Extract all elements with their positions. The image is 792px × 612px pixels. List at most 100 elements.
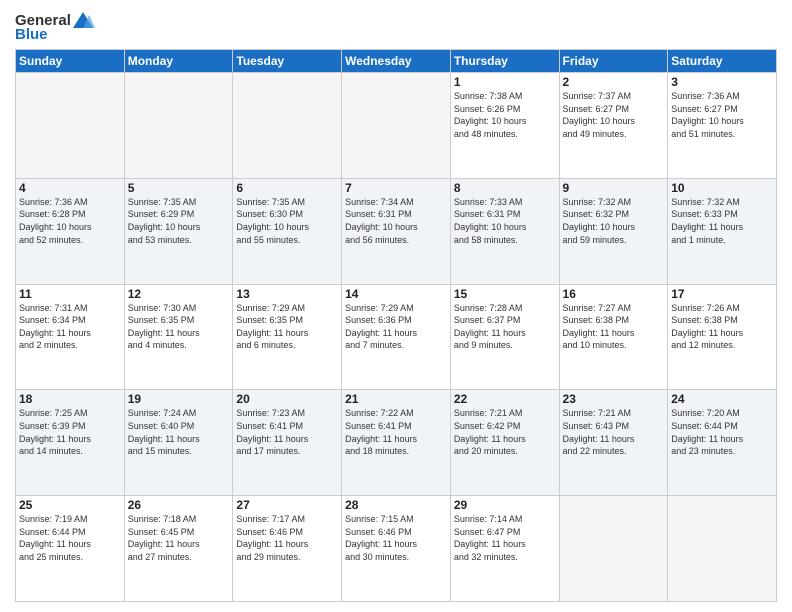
- weekday-header-tuesday: Tuesday: [233, 50, 342, 73]
- calendar-cell: 29Sunrise: 7:14 AM Sunset: 6:47 PM Dayli…: [450, 496, 559, 602]
- week-row-5: 25Sunrise: 7:19 AM Sunset: 6:44 PM Dayli…: [16, 496, 777, 602]
- day-number: 13: [236, 287, 338, 301]
- day-info: Sunrise: 7:32 AM Sunset: 6:33 PM Dayligh…: [671, 196, 773, 246]
- calendar-cell: 13Sunrise: 7:29 AM Sunset: 6:35 PM Dayli…: [233, 284, 342, 390]
- day-info: Sunrise: 7:20 AM Sunset: 6:44 PM Dayligh…: [671, 407, 773, 457]
- calendar-cell: 5Sunrise: 7:35 AM Sunset: 6:29 PM Daylig…: [124, 178, 233, 284]
- calendar-cell: 1Sunrise: 7:38 AM Sunset: 6:26 PM Daylig…: [450, 73, 559, 179]
- calendar-cell: 28Sunrise: 7:15 AM Sunset: 6:46 PM Dayli…: [342, 496, 451, 602]
- day-number: 15: [454, 287, 556, 301]
- day-number: 9: [563, 181, 665, 195]
- day-number: 8: [454, 181, 556, 195]
- day-number: 24: [671, 392, 773, 406]
- day-info: Sunrise: 7:29 AM Sunset: 6:36 PM Dayligh…: [345, 302, 447, 352]
- calendar-cell: 21Sunrise: 7:22 AM Sunset: 6:41 PM Dayli…: [342, 390, 451, 496]
- calendar-cell: 9Sunrise: 7:32 AM Sunset: 6:32 PM Daylig…: [559, 178, 668, 284]
- calendar-cell: 12Sunrise: 7:30 AM Sunset: 6:35 PM Dayli…: [124, 284, 233, 390]
- day-number: 26: [128, 498, 230, 512]
- calendar-cell: [668, 496, 777, 602]
- calendar-cell: 2Sunrise: 7:37 AM Sunset: 6:27 PM Daylig…: [559, 73, 668, 179]
- day-number: 27: [236, 498, 338, 512]
- week-row-1: 1Sunrise: 7:38 AM Sunset: 6:26 PM Daylig…: [16, 73, 777, 179]
- calendar-cell: 6Sunrise: 7:35 AM Sunset: 6:30 PM Daylig…: [233, 178, 342, 284]
- day-info: Sunrise: 7:24 AM Sunset: 6:40 PM Dayligh…: [128, 407, 230, 457]
- calendar-cell: 10Sunrise: 7:32 AM Sunset: 6:33 PM Dayli…: [668, 178, 777, 284]
- day-number: 22: [454, 392, 556, 406]
- day-info: Sunrise: 7:37 AM Sunset: 6:27 PM Dayligh…: [563, 90, 665, 140]
- calendar-cell: [16, 73, 125, 179]
- calendar-cell: 18Sunrise: 7:25 AM Sunset: 6:39 PM Dayli…: [16, 390, 125, 496]
- calendar-cell: 4Sunrise: 7:36 AM Sunset: 6:28 PM Daylig…: [16, 178, 125, 284]
- day-info: Sunrise: 7:19 AM Sunset: 6:44 PM Dayligh…: [19, 513, 121, 563]
- day-number: 4: [19, 181, 121, 195]
- day-number: 12: [128, 287, 230, 301]
- day-info: Sunrise: 7:18 AM Sunset: 6:45 PM Dayligh…: [128, 513, 230, 563]
- weekday-header-thursday: Thursday: [450, 50, 559, 73]
- weekday-header-monday: Monday: [124, 50, 233, 73]
- week-row-4: 18Sunrise: 7:25 AM Sunset: 6:39 PM Dayli…: [16, 390, 777, 496]
- calendar-cell: 14Sunrise: 7:29 AM Sunset: 6:36 PM Dayli…: [342, 284, 451, 390]
- weekday-header-wednesday: Wednesday: [342, 50, 451, 73]
- calendar-cell: [124, 73, 233, 179]
- weekday-header-friday: Friday: [559, 50, 668, 73]
- day-number: 16: [563, 287, 665, 301]
- day-info: Sunrise: 7:35 AM Sunset: 6:29 PM Dayligh…: [128, 196, 230, 246]
- day-info: Sunrise: 7:15 AM Sunset: 6:46 PM Dayligh…: [345, 513, 447, 563]
- day-number: 20: [236, 392, 338, 406]
- day-number: 25: [19, 498, 121, 512]
- calendar-cell: 16Sunrise: 7:27 AM Sunset: 6:38 PM Dayli…: [559, 284, 668, 390]
- calendar-cell: 27Sunrise: 7:17 AM Sunset: 6:46 PM Dayli…: [233, 496, 342, 602]
- day-number: 5: [128, 181, 230, 195]
- day-info: Sunrise: 7:28 AM Sunset: 6:37 PM Dayligh…: [454, 302, 556, 352]
- day-info: Sunrise: 7:38 AM Sunset: 6:26 PM Dayligh…: [454, 90, 556, 140]
- week-row-2: 4Sunrise: 7:36 AM Sunset: 6:28 PM Daylig…: [16, 178, 777, 284]
- day-number: 18: [19, 392, 121, 406]
- day-info: Sunrise: 7:29 AM Sunset: 6:35 PM Dayligh…: [236, 302, 338, 352]
- day-info: Sunrise: 7:32 AM Sunset: 6:32 PM Dayligh…: [563, 196, 665, 246]
- day-number: 28: [345, 498, 447, 512]
- calendar-cell: 23Sunrise: 7:21 AM Sunset: 6:43 PM Dayli…: [559, 390, 668, 496]
- day-number: 11: [19, 287, 121, 301]
- calendar-cell: 24Sunrise: 7:20 AM Sunset: 6:44 PM Dayli…: [668, 390, 777, 496]
- calendar-cell: 19Sunrise: 7:24 AM Sunset: 6:40 PM Dayli…: [124, 390, 233, 496]
- day-info: Sunrise: 7:33 AM Sunset: 6:31 PM Dayligh…: [454, 196, 556, 246]
- day-info: Sunrise: 7:36 AM Sunset: 6:27 PM Dayligh…: [671, 90, 773, 140]
- calendar-cell: 26Sunrise: 7:18 AM Sunset: 6:45 PM Dayli…: [124, 496, 233, 602]
- weekday-header-saturday: Saturday: [668, 50, 777, 73]
- calendar: SundayMondayTuesdayWednesdayThursdayFrid…: [15, 49, 777, 602]
- day-info: Sunrise: 7:34 AM Sunset: 6:31 PM Dayligh…: [345, 196, 447, 246]
- day-info: Sunrise: 7:36 AM Sunset: 6:28 PM Dayligh…: [19, 196, 121, 246]
- week-row-3: 11Sunrise: 7:31 AM Sunset: 6:34 PM Dayli…: [16, 284, 777, 390]
- day-info: Sunrise: 7:26 AM Sunset: 6:38 PM Dayligh…: [671, 302, 773, 352]
- day-number: 14: [345, 287, 447, 301]
- day-number: 23: [563, 392, 665, 406]
- day-number: 7: [345, 181, 447, 195]
- day-number: 1: [454, 75, 556, 89]
- day-info: Sunrise: 7:22 AM Sunset: 6:41 PM Dayligh…: [345, 407, 447, 457]
- calendar-cell: 11Sunrise: 7:31 AM Sunset: 6:34 PM Dayli…: [16, 284, 125, 390]
- calendar-cell: [233, 73, 342, 179]
- day-number: 29: [454, 498, 556, 512]
- day-info: Sunrise: 7:30 AM Sunset: 6:35 PM Dayligh…: [128, 302, 230, 352]
- day-info: Sunrise: 7:23 AM Sunset: 6:41 PM Dayligh…: [236, 407, 338, 457]
- day-number: 19: [128, 392, 230, 406]
- calendar-cell: 7Sunrise: 7:34 AM Sunset: 6:31 PM Daylig…: [342, 178, 451, 284]
- calendar-cell: [342, 73, 451, 179]
- header: General Blue: [15, 10, 777, 43]
- day-info: Sunrise: 7:35 AM Sunset: 6:30 PM Dayligh…: [236, 196, 338, 246]
- day-info: Sunrise: 7:21 AM Sunset: 6:43 PM Dayligh…: [563, 407, 665, 457]
- day-number: 17: [671, 287, 773, 301]
- day-number: 3: [671, 75, 773, 89]
- day-info: Sunrise: 7:17 AM Sunset: 6:46 PM Dayligh…: [236, 513, 338, 563]
- day-info: Sunrise: 7:14 AM Sunset: 6:47 PM Dayligh…: [454, 513, 556, 563]
- calendar-cell: 25Sunrise: 7:19 AM Sunset: 6:44 PM Dayli…: [16, 496, 125, 602]
- day-number: 21: [345, 392, 447, 406]
- calendar-cell: [559, 496, 668, 602]
- calendar-cell: 20Sunrise: 7:23 AM Sunset: 6:41 PM Dayli…: [233, 390, 342, 496]
- day-number: 6: [236, 181, 338, 195]
- calendar-cell: 15Sunrise: 7:28 AM Sunset: 6:37 PM Dayli…: [450, 284, 559, 390]
- weekday-header-row: SundayMondayTuesdayWednesdayThursdayFrid…: [16, 50, 777, 73]
- page: General Blue SundayMondayTuesdayWednesda…: [0, 0, 792, 612]
- day-info: Sunrise: 7:21 AM Sunset: 6:42 PM Dayligh…: [454, 407, 556, 457]
- logo: General Blue: [15, 10, 95, 43]
